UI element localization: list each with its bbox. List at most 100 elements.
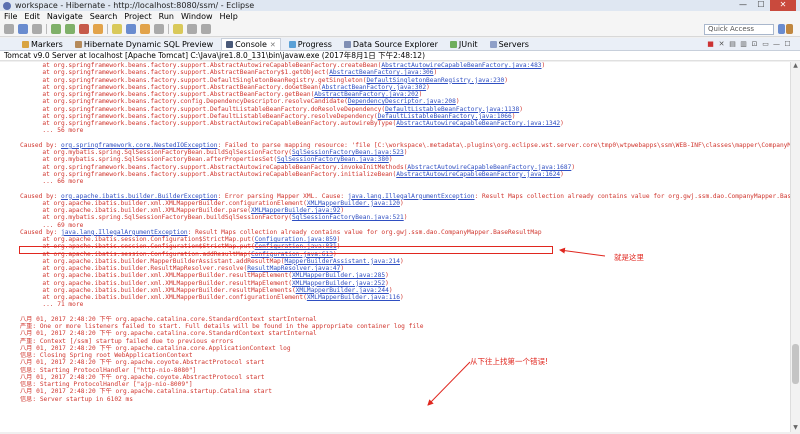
back-icon[interactable] [187, 24, 197, 34]
menu-file[interactable]: File [4, 12, 17, 21]
server-icon[interactable] [93, 24, 103, 34]
save-icon[interactable] [18, 24, 28, 34]
stacktrace-link[interactable]: XMLMapperBuilder.java:285 [292, 272, 385, 279]
stacktrace-link[interactable]: AbstractBeanFactory.java:202 [314, 91, 418, 98]
new-package-icon[interactable] [112, 24, 122, 34]
console-text: at org.springframework.beans.factory.sup… [20, 76, 367, 84]
console-scrollbar[interactable]: ▲ ▼ [790, 62, 800, 432]
highlight-box [19, 246, 553, 254]
console-text: ) [541, 62, 546, 69]
open-type-icon[interactable] [140, 24, 150, 34]
stacktrace-link[interactable]: SqlSessionFactoryBean.java:380 [277, 156, 389, 163]
tab-label: Progress [297, 39, 332, 49]
forward-icon[interactable] [201, 24, 211, 34]
console-text: ) [571, 163, 576, 171]
console-text: at org.apache.ibatis.builder.xml.XMLMapp… [20, 286, 296, 294]
close-tab-icon[interactable]: ✕ [270, 41, 276, 49]
annotation-icon[interactable] [173, 24, 183, 34]
stacktrace-link[interactable]: org.apache.ibatis.builder.BuilderExcepti… [61, 193, 217, 200]
stacktrace-link[interactable]: DependencyDescriptor.java:208 [348, 98, 456, 105]
stacktrace-link[interactable]: MapperBuilderAssistant.java:214 [285, 258, 400, 265]
run-icon[interactable] [65, 24, 75, 34]
console-line: 八月 01, 2017 2:48:20 下午 org.apache.coyote… [20, 374, 790, 381]
console-text: 严重: Context [/ssm] startup failed due to… [20, 337, 234, 345]
console-line: 八月 01, 2017 2:48:20 下午 org.apache.catali… [20, 388, 790, 395]
menu-navigate[interactable]: Navigate [47, 12, 83, 21]
stacktrace-link[interactable]: DefaultListableBeanFactory.java:1138 [385, 106, 519, 113]
tab-servers[interactable]: Servers [486, 38, 533, 50]
scroll-thumb[interactable] [792, 344, 799, 384]
search-icon[interactable] [154, 24, 164, 34]
new-class-icon[interactable] [126, 24, 136, 34]
stacktrace-link[interactable]: DefaultListableBeanFactory.java:1066 [378, 113, 512, 120]
stacktrace-link[interactable]: java.lang.IllegalArgumentException [61, 229, 188, 236]
stacktrace-link[interactable]: XMLMapperBuilder.java:120 [307, 200, 400, 207]
save-all-icon[interactable] [32, 24, 42, 34]
stacktrace-link[interactable]: DefaultSingletonBeanRegistry.java:230 [366, 77, 504, 84]
quick-access-input[interactable]: Quick Access [704, 24, 774, 35]
stacktrace-link[interactable]: XMLMapperBuilder.java:92 [251, 207, 340, 214]
close-button[interactable]: ✕ [770, 0, 796, 11]
remove-launch-icon[interactable]: ✕ [717, 40, 726, 49]
console-line: ... 66 more [20, 178, 790, 185]
stacktrace-link[interactable]: Configuration.java:859 [255, 236, 337, 243]
stacktrace-link[interactable]: AbstractAutowireCapableBeanFactory.java:… [396, 120, 560, 127]
java-perspective-icon[interactable] [786, 24, 793, 34]
stacktrace-link[interactable]: AbstractAutowireCapableBeanFactory.java:… [381, 62, 541, 69]
tab-progress[interactable]: Progress [285, 38, 336, 50]
display-console-icon[interactable]: ▭ [761, 40, 770, 49]
tab-label: Servers [498, 39, 529, 49]
tab-data-source-explorer[interactable]: Data Source Explorer [340, 38, 442, 50]
stacktrace-link[interactable]: org.springframework.core.NestedIOExcepti… [61, 142, 217, 149]
console-text: at org.apache.ibatis.builder.MapperBuild… [20, 257, 285, 265]
tab-label: Console [235, 40, 267, 49]
stacktrace-link[interactable]: AbstractAutowireCapableBeanFactory.java:… [396, 171, 560, 178]
stacktrace-link[interactable]: AbstractBeanFactory.java:302 [322, 84, 426, 91]
minimize-view-icon[interactable]: — [772, 40, 781, 49]
stacktrace-link[interactable]: XMLMapperBuilder.java:116 [307, 294, 400, 301]
menu-project[interactable]: Project [124, 12, 151, 21]
stacktrace-link[interactable]: ResultMapResolver.java:47 [247, 265, 340, 272]
menu-bar: File Edit Navigate Search Project Run Wi… [0, 11, 800, 22]
console-line: at org.springframework.beans.factory.sup… [20, 164, 790, 171]
clear-console-icon[interactable]: ▤ [728, 40, 737, 49]
minimize-button[interactable]: — [734, 0, 752, 11]
new-icon[interactable] [4, 24, 14, 34]
junit-icon [449, 40, 457, 48]
stacktrace-link[interactable]: XMLMapperBuilder.java:252 [292, 280, 385, 287]
scroll-down-icon[interactable]: ▼ [791, 424, 800, 432]
debug-icon[interactable] [51, 24, 61, 34]
tab-junit[interactable]: JUnit [446, 38, 482, 50]
java-ee-perspective-icon[interactable] [778, 24, 785, 34]
tab-label: Data Source Explorer [352, 39, 438, 49]
progress-icon [288, 40, 296, 48]
menu-run[interactable]: Run [159, 12, 174, 21]
console-text: at org.springframework.beans.factory.sup… [20, 120, 397, 127]
terminate-icon[interactable]: ■ [706, 40, 715, 49]
maximize-button[interactable]: ☐ [752, 0, 770, 11]
stop-icon[interactable] [79, 24, 89, 34]
console-line: 信息: Closing Spring root WebApplicationCo… [20, 352, 790, 359]
console-line: at org.springframework.beans.factory.con… [20, 98, 790, 105]
pin-console-icon[interactable]: ⊡ [750, 40, 759, 49]
maximize-view-icon[interactable]: ☐ [783, 40, 792, 49]
scroll-up-icon[interactable]: ▲ [791, 62, 800, 70]
console-text: at org.apache.ibatis.builder.ResultMapRe… [20, 265, 248, 272]
menu-help[interactable]: Help [220, 12, 238, 21]
console-text: Caused by: [20, 192, 61, 200]
stacktrace-link[interactable]: XMLMapperBuilder.java:244 [296, 287, 389, 294]
stacktrace-link[interactable]: java.lang.IllegalArgumentException [348, 193, 475, 200]
menu-search[interactable]: Search [90, 12, 117, 21]
tab-hibernate-dynamic-sql-preview[interactable]: Hibernate Dynamic SQL Preview [71, 38, 217, 50]
menu-window[interactable]: Window [181, 12, 213, 21]
scroll-lock-icon[interactable]: ▥ [739, 40, 748, 49]
tab-console[interactable]: Console ✕ [221, 38, 281, 50]
stacktrace-link[interactable]: SqlSessionFactoryBean.java:523 [292, 149, 404, 156]
console-text: 信息: Server startup in 6102 ms [20, 395, 133, 403]
tab-markers[interactable]: Markers [18, 38, 67, 50]
menu-edit[interactable]: Edit [24, 12, 40, 21]
console-line: Caused by: org.springframework.core.Nest… [20, 142, 790, 149]
stacktrace-link[interactable]: AbstractAutowireCapableBeanFactory.java:… [407, 164, 571, 171]
stacktrace-link[interactable]: SqlSessionFactoryBean.java:521 [292, 214, 404, 221]
stacktrace-link[interactable]: AbstractBeanFactory.java:306 [329, 69, 433, 76]
